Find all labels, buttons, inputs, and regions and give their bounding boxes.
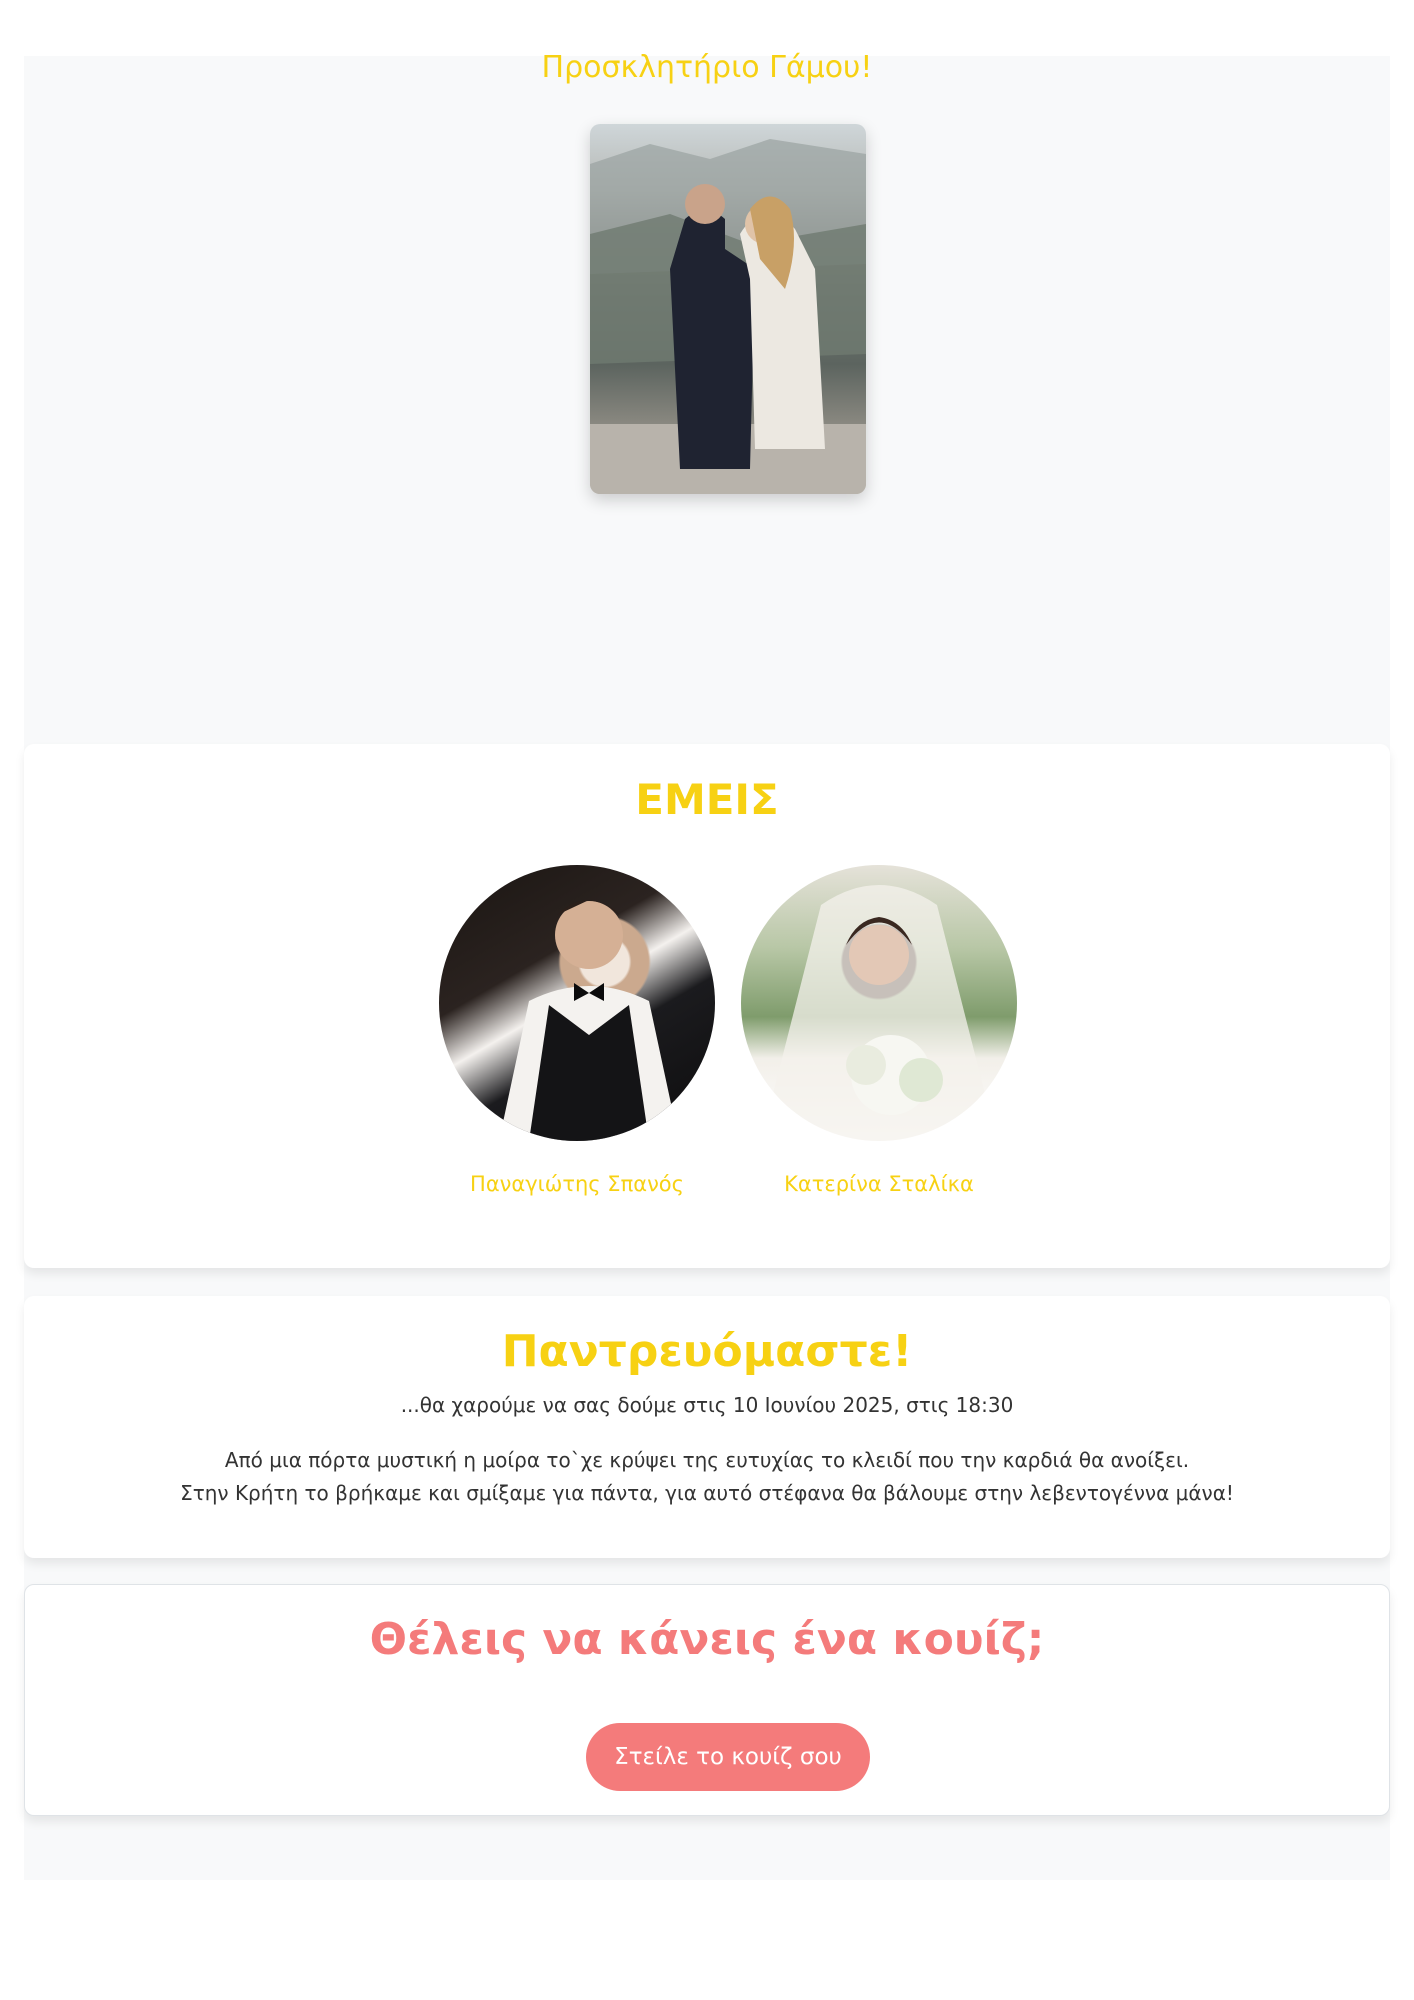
- about-us-title: ΕΜΕΙΣ: [635, 775, 779, 824]
- groom-name: Παναγιώτης Σπανός: [470, 1172, 684, 1196]
- page: Προσκλητήριο Γάμου! ΕΜΕΙΣ Παναγιώτης Σπα…: [0, 0, 1414, 2000]
- couple-photo: [590, 124, 866, 494]
- announcement-title: Παντρευόμαστε!: [501, 1326, 913, 1377]
- event-date-text: ...θα χαρούμε να σας δούμε στις 10 Ιουνί…: [400, 1393, 1014, 1417]
- poem-line: Στην Κρήτη το βρήκαμε και σμίξαμε για πά…: [180, 1481, 1234, 1505]
- bride-photo: [741, 865, 1017, 1141]
- groom-photo: [439, 865, 715, 1141]
- announcement-poem: Από μια πόρτα μυστική η μοίρα το`χε κρύψ…: [0, 1444, 1414, 1510]
- quiz-title: Θέλεις να κάνεις ένα κουίζ;: [369, 1614, 1045, 1665]
- bride-name: Κατερίνα Σταλίκα: [784, 1172, 974, 1196]
- send-quiz-button[interactable]: Στείλε το κουίζ σου: [586, 1723, 870, 1791]
- poem-line: Από μια πόρτα μυστική η μοίρα το`χε κρύψ…: [224, 1448, 1190, 1472]
- invitation-title: Προσκλητήριο Γάμου!: [541, 50, 873, 85]
